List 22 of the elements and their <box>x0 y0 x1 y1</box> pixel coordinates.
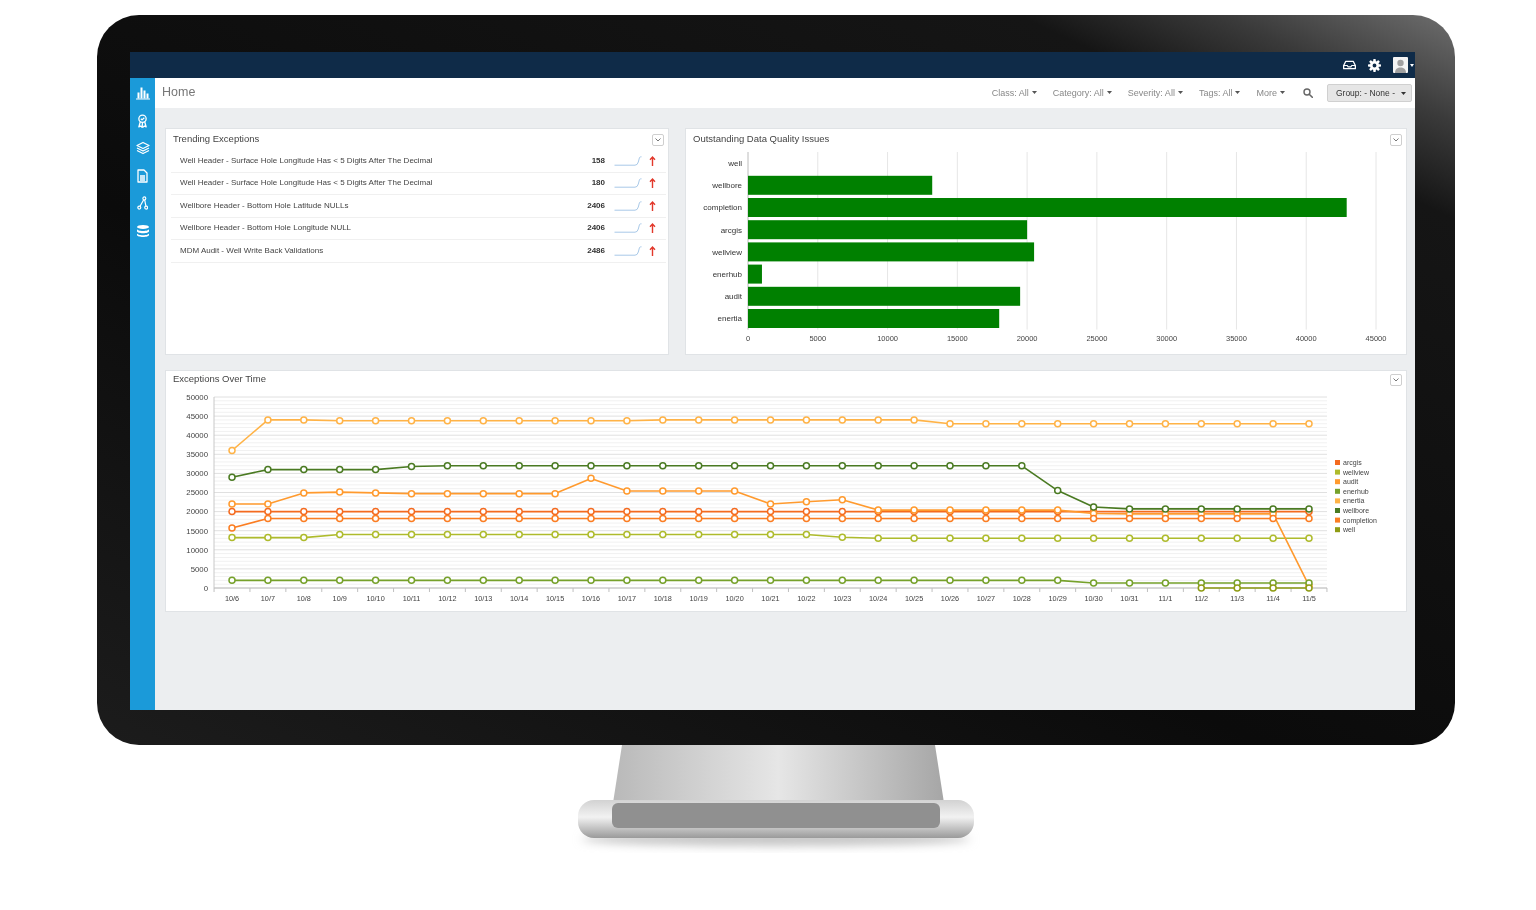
page-title: Home <box>162 86 196 100</box>
category-label: enerhub <box>712 269 742 279</box>
panel-title: Trending Exceptions <box>173 134 260 145</box>
category-label: enertia <box>717 314 742 324</box>
chart-title: Outstanding Data Quality Issues <box>693 134 830 145</box>
exception-count: 180 <box>591 178 605 189</box>
exception-count: 2486 <box>587 245 605 256</box>
category-label: arcgis <box>720 225 742 235</box>
category-label: wellbore <box>712 181 742 191</box>
exception-name: Well Header - Surface Hole Longitude Has < 5 Digits After The Decimal <box>180 178 433 189</box>
exception-name: Well Header - Surface Hole Longitude Has < 5 Digits After The Decimal <box>180 155 433 166</box>
exception-count: 2406 <box>587 200 605 211</box>
exception-name: Wellbore Header - Bottom Hole Longitude NULL <box>180 223 352 234</box>
category-label: audit <box>724 292 742 302</box>
exception-count: 158 <box>591 155 605 166</box>
exception-name: Wellbore Header - Bottom Hole Latitude NULLs <box>180 200 349 211</box>
category-label: completion <box>703 203 742 213</box>
exception-name: MDM Audit - Well Write Back Validations <box>180 245 324 256</box>
chart-title: Exceptions Over Time <box>173 374 266 385</box>
category-label: well <box>728 158 742 168</box>
category-label: wellview <box>712 247 742 257</box>
exception-count: 2406 <box>587 223 605 234</box>
